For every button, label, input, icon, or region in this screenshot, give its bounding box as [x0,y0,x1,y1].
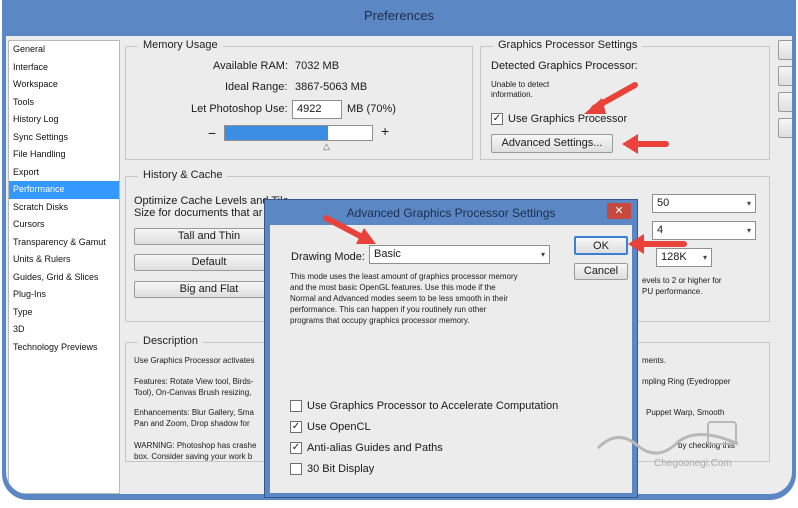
let-use-input[interactable]: 4922 [292,100,342,119]
detected-gpu-label: Detected Graphics Processor: [491,60,638,72]
advanced-gpu-dialog: Advanced Graphics Processor Settings ✕ D… [264,199,638,498]
tall-and-thin-button[interactable]: Tall and Thin [134,228,284,245]
sidebar-item[interactable]: Transparency & Gamut [9,234,119,252]
watermark-logo: Chegoonegi.Com [588,418,768,478]
let-use-label: Let Photoshop Use: [191,103,288,115]
sidebar-item[interactable]: Export [9,164,119,182]
history-cache-title: History & Cache [138,169,228,181]
desc-line-1-tail: ments. [642,356,667,365]
gpu-settings-title: Graphics Processor Settings [493,39,643,51]
sidebar-item[interactable]: Interface [9,59,119,77]
slider-plus-button[interactable]: + [381,123,389,139]
sidebar-item[interactable]: Sync Settings [9,129,119,147]
antialias-guides-checkbox[interactable]: ✓ [290,442,302,454]
cancel-dialog-button[interactable] [778,66,792,86]
detect-message: Unable to detect information. [491,80,550,99]
optimize-cache-text-2: Size for documents that ar [134,207,263,219]
dialog-title: Advanced Graphics Processor Settings [346,206,556,220]
slider-thumb-icon[interactable]: △ [323,141,330,152]
desc-line-5: Pan and Zoom, Drop shadow for [134,419,250,428]
thirty-bit-display-label: 30 Bit Display [307,463,375,475]
accelerate-computation-checkbox[interactable] [290,400,302,412]
chevron-down-icon: ▾ [746,199,751,208]
chevron-down-icon: ▾ [702,253,707,262]
use-gpu-checkbox[interactable]: ✓ [491,113,503,125]
sidebar-item[interactable]: Type [9,304,119,322]
dialog-body: Drawing Mode: Basic ▾ OK Cancel This mod… [270,225,632,493]
drawing-mode-label: Drawing Mode: [291,251,365,263]
sidebar-item[interactable]: Units & Rulers [9,251,119,269]
ok-dialog-button[interactable] [778,40,792,60]
arrow-to-drawing-mode-icon [323,215,376,244]
chevron-down-icon: ▾ [540,250,545,259]
sidebar-item[interactable]: General [9,41,119,59]
window-title: Preferences [363,8,435,23]
sidebar-item[interactable]: File Handling [9,146,119,164]
description-title: Description [138,335,204,347]
sidebar-item[interactable]: Workspace [9,76,119,94]
sidebar-item[interactable]: Scratch Disks [9,199,119,217]
sidebar-item[interactable]: Guides, Grid & Slices [9,269,119,287]
antialias-guides-label: Anti-alias Guides and Paths [307,442,443,454]
ok-button[interactable]: OK [574,236,628,255]
mode-desc-4: performance. This can happen if you rout… [290,305,487,314]
sidebar-item[interactable]: Plug-Ins [9,286,119,304]
sidebar-item[interactable]: Tools [9,94,119,112]
arrow-to-use-gpu-icon [584,82,638,114]
desc-line-2-tail: mpling Ring (Eyedropper [642,377,731,386]
arrow-to-ok-icon [628,234,687,254]
slider-minus-button[interactable]: − [208,125,216,141]
ideal-range-label: Ideal Range: [225,81,288,93]
chevron-down-icon: ▾ [746,226,751,235]
desc-line-2: Features: Rotate View tool, Birds- [134,377,254,386]
sidebar-item[interactable]: Technology Previews [9,339,119,357]
desc-line-4-tail: Puppet Warp, Smooth [646,408,725,417]
use-opencl-checkbox[interactable]: ✓ [290,421,302,433]
ideal-range-value: 3867-5063 MB [295,81,368,93]
prev-dialog-button[interactable] [778,92,792,112]
sidebar-item[interactable]: 3D [9,321,119,339]
cache-note-1: evels to 2 or higher for [642,276,722,285]
cancel-button[interactable]: Cancel [574,263,628,280]
watermark-graphic-icon [596,421,739,455]
cache-note-2: PU performance. [642,287,703,296]
memory-usage-title: Memory Usage [138,39,223,51]
let-use-unit: MB (70%) [347,103,396,115]
sidebar-item[interactable]: Cursors [9,216,119,234]
memory-slider-fill [225,126,328,140]
mode-desc-2: and the most basic OpenGL features. Use … [290,283,496,292]
mode-desc-5: programs that occupy graphics processor … [290,316,470,325]
arrow-to-advanced-settings-icon [622,134,669,154]
available-ram-value: 7032 MB [295,60,340,72]
advanced-settings-button[interactable]: Advanced Settings... [491,134,613,153]
mode-desc-1: This mode uses the least amount of graph… [290,272,518,281]
thirty-bit-display-checkbox[interactable] [290,463,302,475]
default-button[interactable]: Default [134,254,284,271]
sidebar-item[interactable]: Performance [9,181,119,199]
mode-desc-3: Normal and Advanced modes seem to be les… [290,294,508,303]
available-ram-label: Available RAM: [213,60,288,72]
desc-line-6: WARNING: Photoshop has crashe [134,441,257,450]
desc-line-3: Tool), On-Canvas Brush resizing, [134,388,252,397]
sidebar: General Interface Workspace Tools History Lo… [8,40,120,494]
desc-line-4: Enhancements: Blur Gallery, Sma [134,408,254,417]
desc-line-7: box. Consider saving your work b [134,452,253,461]
memory-slider[interactable] [224,125,373,141]
watermark-text: Chegoonegi.Com [654,458,732,469]
drawing-mode-select[interactable]: Basic ▾ [369,245,550,264]
sidebar-item[interactable]: History Log [9,111,119,129]
use-opencl-label: Use OpenCL [307,421,371,433]
desc-line-1: Use Graphics Processor activates [134,356,255,365]
accelerate-computation-label: Use Graphics Processor to Accelerate Com… [307,400,559,412]
history-states-select[interactable]: 50 ▾ [652,194,756,213]
big-and-flat-button[interactable]: Big and Flat [134,281,284,298]
next-dialog-button[interactable] [778,118,792,138]
history-states-value: 50 [657,197,670,209]
close-icon[interactable]: ✕ [607,203,631,219]
